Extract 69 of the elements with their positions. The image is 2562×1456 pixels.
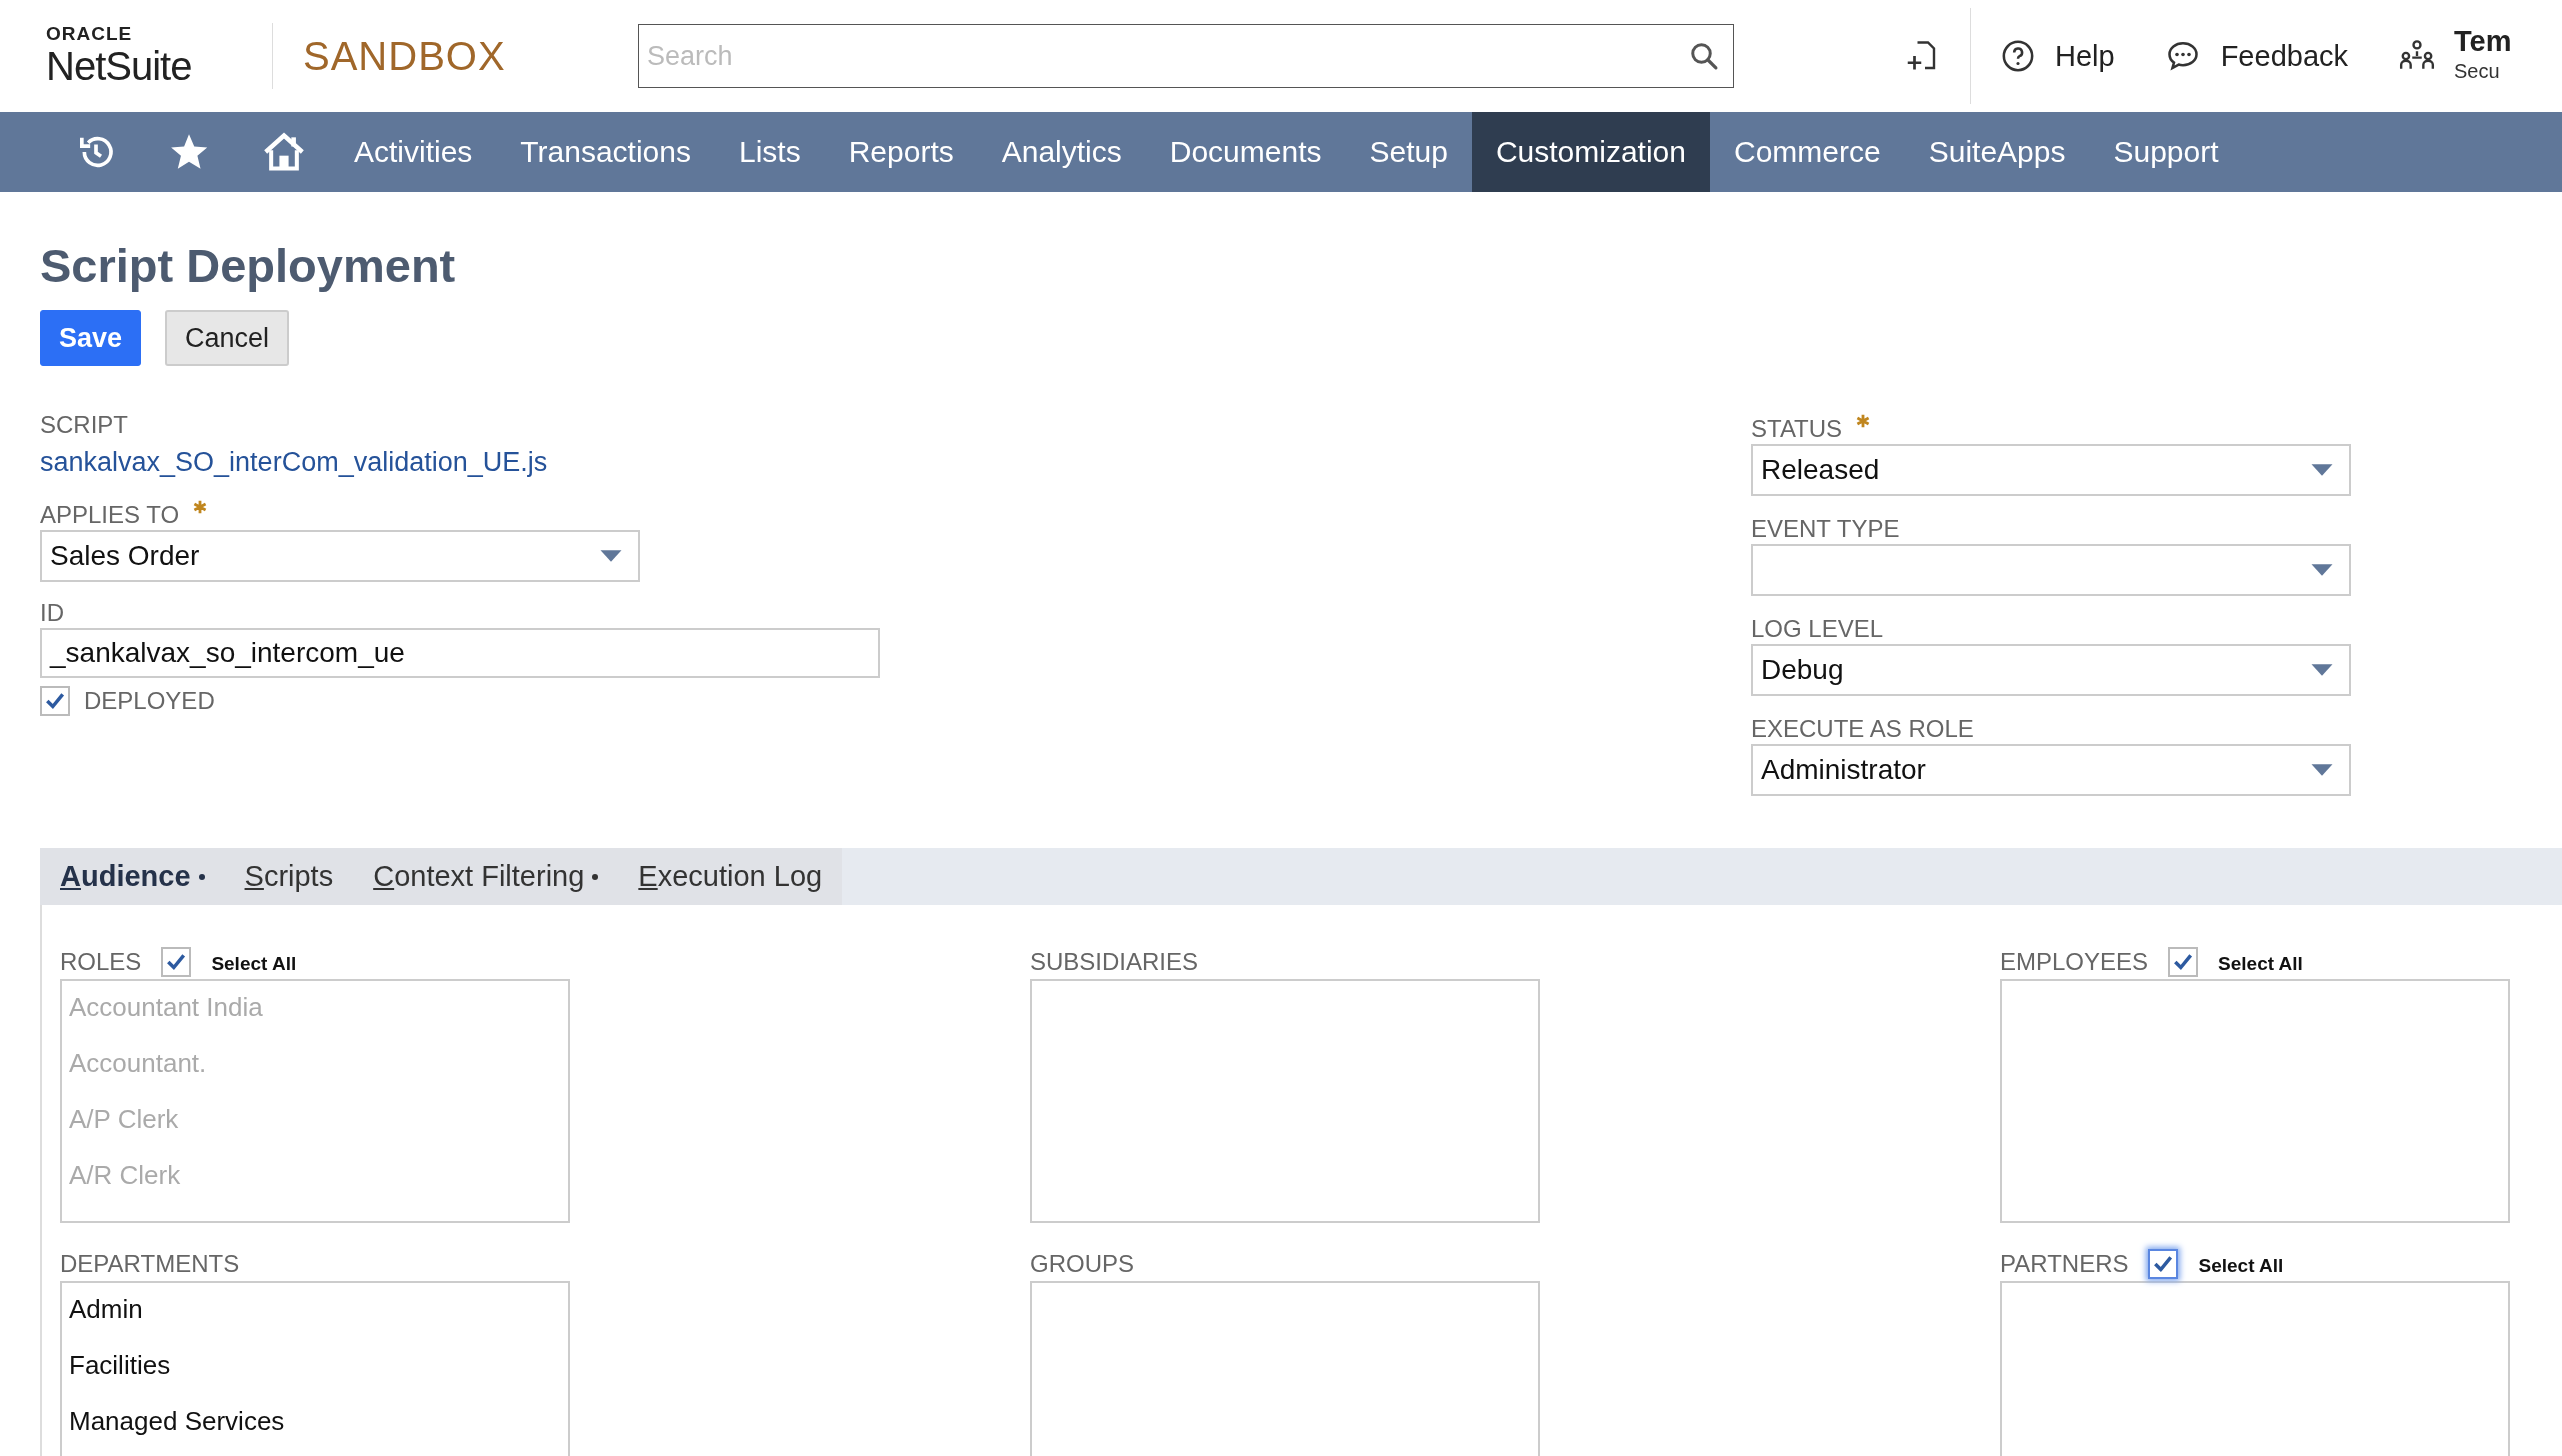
field-label: EXECUTE AS ROLE <box>1751 714 1974 744</box>
checkmark-icon <box>2152 1253 2175 1275</box>
field-label: EVENT TYPE <box>1751 514 1900 544</box>
list-label: EMPLOYEES <box>2000 947 2149 977</box>
checkmark-icon <box>44 690 66 712</box>
checkbox[interactable] <box>2168 947 2199 977</box>
field-label: SCRIPT <box>40 410 128 440</box>
field-label: DEPLOYED <box>84 686 215 716</box>
nav-menu-item[interactable]: SuiteApps <box>1904 112 2090 192</box>
search-icon[interactable] <box>1689 41 1719 71</box>
dropdown[interactable]: Debug <box>1751 644 2351 696</box>
nav-menu-item[interactable]: Customization <box>1471 112 1710 192</box>
field-label: APPLIES TO <box>40 500 180 530</box>
select-all-label: Select All <box>2198 1254 2284 1278</box>
nav-menu-item[interactable]: Lists <box>715 112 825 192</box>
list-label: PARTNERS <box>2000 1249 2129 1279</box>
search-placeholder: Search <box>646 40 734 72</box>
select-all-label: Select All <box>211 952 297 976</box>
oracle-wordmark: ORACLE <box>46 24 134 44</box>
nav-menu-item[interactable]: Activities <box>330 112 497 192</box>
subtab[interactable]: Context Filtering <box>373 860 599 893</box>
list-option[interactable]: Managed Services <box>69 1403 561 1439</box>
user-role: Secu <box>2454 59 2501 84</box>
save-button[interactable]: Save <box>40 310 142 366</box>
multi-select-list[interactable]: Admin Facilities Managed Services <box>60 1281 570 1456</box>
nav-menu-item[interactable]: Support <box>2089 112 2243 192</box>
dropdown[interactable]: Released <box>1751 444 2351 496</box>
checkbox[interactable] <box>161 947 192 977</box>
list-label: SUBSIDIARIES <box>1030 947 1199 977</box>
list-option[interactable]: Admin <box>69 1291 561 1327</box>
netsuite-wordmark: NetSuite <box>46 44 193 88</box>
subtab[interactable]: Scripts <box>244 860 334 893</box>
dropdown[interactable]: Administrator <box>1751 744 2351 796</box>
script-link[interactable]: sankalvax_SO_interCom_validation_UE.js <box>40 447 548 477</box>
list-option[interactable]: Facilities <box>69 1347 561 1383</box>
list-label: GROUPS <box>1030 1249 1134 1279</box>
input-field[interactable]: _sankalvax_so_intercom_ue <box>40 628 880 678</box>
checkbox[interactable] <box>40 686 70 716</box>
subtab[interactable]: Audience <box>60 860 205 893</box>
nav-menu-item[interactable]: Setup <box>1345 112 1472 192</box>
checkmark-icon <box>165 951 188 973</box>
list-label: ROLES <box>60 947 142 977</box>
caret-icon <box>2309 463 2335 477</box>
caret-icon <box>2309 763 2335 777</box>
environment-label: SANDBOX <box>303 33 507 79</box>
caret-icon <box>2309 563 2335 577</box>
caret-icon <box>598 549 624 563</box>
caret-icon <box>2309 663 2335 677</box>
user-name[interactable]: Tem <box>2454 26 2512 56</box>
list-label: DEPARTMENTS <box>60 1249 240 1279</box>
field-label: LOG LEVEL <box>1751 614 1884 644</box>
cancel-button[interactable]: Cancel <box>165 310 290 366</box>
dropdown[interactable]: Sales Order <box>40 530 640 582</box>
checkmark-icon <box>2172 951 2195 973</box>
header-link[interactable]: Feedback <box>2164 38 2348 74</box>
subtab[interactable]: Execution Log <box>638 860 823 893</box>
nav-menu-item[interactable]: Reports <box>824 112 978 192</box>
field-label: ID <box>40 598 64 628</box>
page-title: Script Deployment <box>40 238 457 294</box>
checkbox[interactable] <box>2148 1249 2179 1279</box>
help-icon <box>2001 39 2035 73</box>
nav-menu-item[interactable]: Documents <box>1145 112 1346 192</box>
nav-menu-item[interactable]: Commerce <box>1710 112 1905 192</box>
select-all-label: Select All <box>2218 952 2303 976</box>
nav-menu-item[interactable]: Transactions <box>496 112 715 192</box>
header-link[interactable]: Help <box>2001 39 2115 73</box>
nav-menu-item[interactable]: Analytics <box>977 112 1146 192</box>
home-icon[interactable] <box>262 130 306 174</box>
field-label: STATUS <box>1751 414 1843 444</box>
